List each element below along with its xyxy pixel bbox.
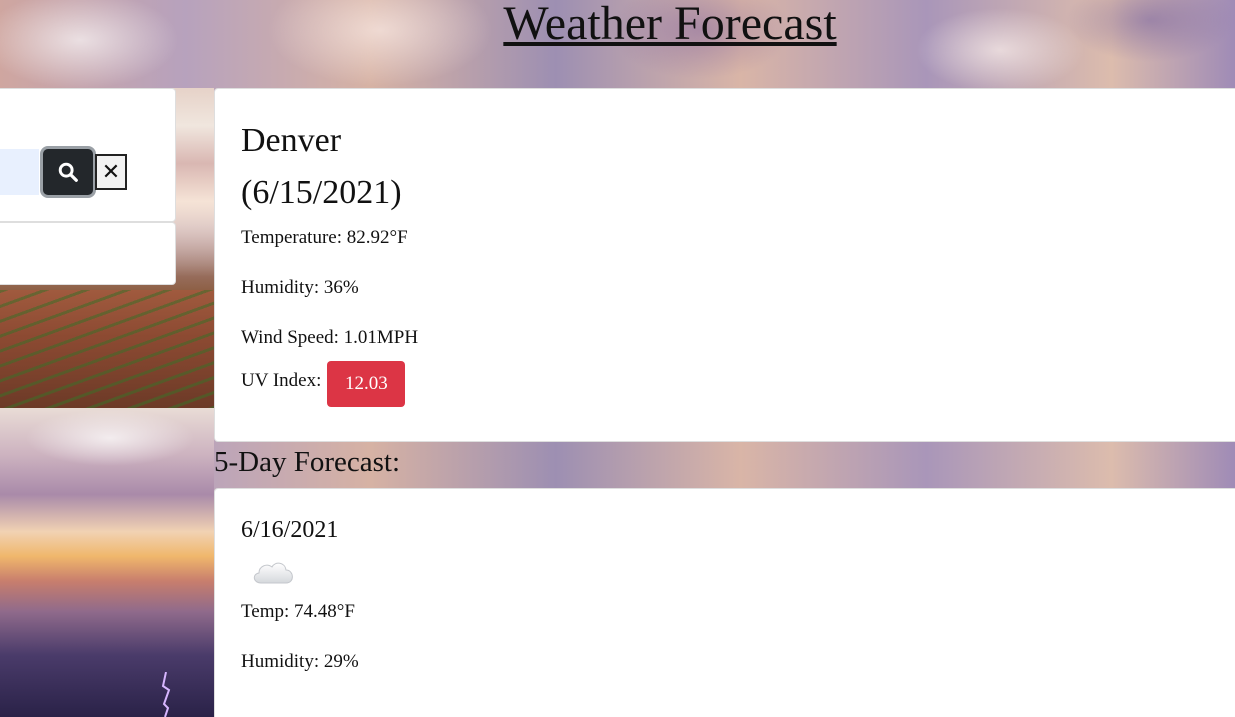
cloud-icon	[253, 562, 293, 584]
page-title: Weather Forecast	[503, 0, 837, 50]
search-icon	[58, 162, 78, 182]
search-history-panel	[0, 222, 176, 285]
background-field-image	[0, 290, 214, 408]
forecast-humidity: Humidity: 29%	[241, 651, 359, 672]
lightning-graphic	[161, 672, 171, 717]
search-button[interactable]	[40, 146, 96, 198]
current-weather-card: Denver (6/15/2021) Temperature: 82.92°F …	[214, 88, 1235, 442]
humidity-text: Humidity: 36%	[241, 277, 359, 298]
background-storm-image	[0, 408, 214, 717]
forecast-day-card: 6/16/2021 Temp: 74.48°F Humidity: 29%	[214, 488, 1235, 717]
uv-index-label: UV Index:	[241, 370, 322, 391]
uv-index-badge: 12.03	[327, 361, 406, 407]
forecast-temp: Temp: 74.48°F	[241, 601, 355, 622]
wind-speed-text: Wind Speed: 1.01MPH	[241, 327, 419, 348]
uv-index-row: UV Index: 12.03	[241, 361, 1235, 407]
search-panel: ✕	[0, 88, 176, 222]
city-name: Denver	[241, 122, 342, 159]
temperature-text: Temperature: 82.92°F	[241, 227, 408, 248]
forecast-heading: 5-Day Forecast:	[214, 446, 401, 478]
clear-button[interactable]: ✕	[95, 154, 127, 190]
current-date: (6/15/2021)	[241, 174, 402, 211]
city-search-input[interactable]	[0, 149, 39, 195]
forecast-date: 6/16/2021	[241, 517, 339, 543]
close-icon: ✕	[101, 159, 121, 185]
